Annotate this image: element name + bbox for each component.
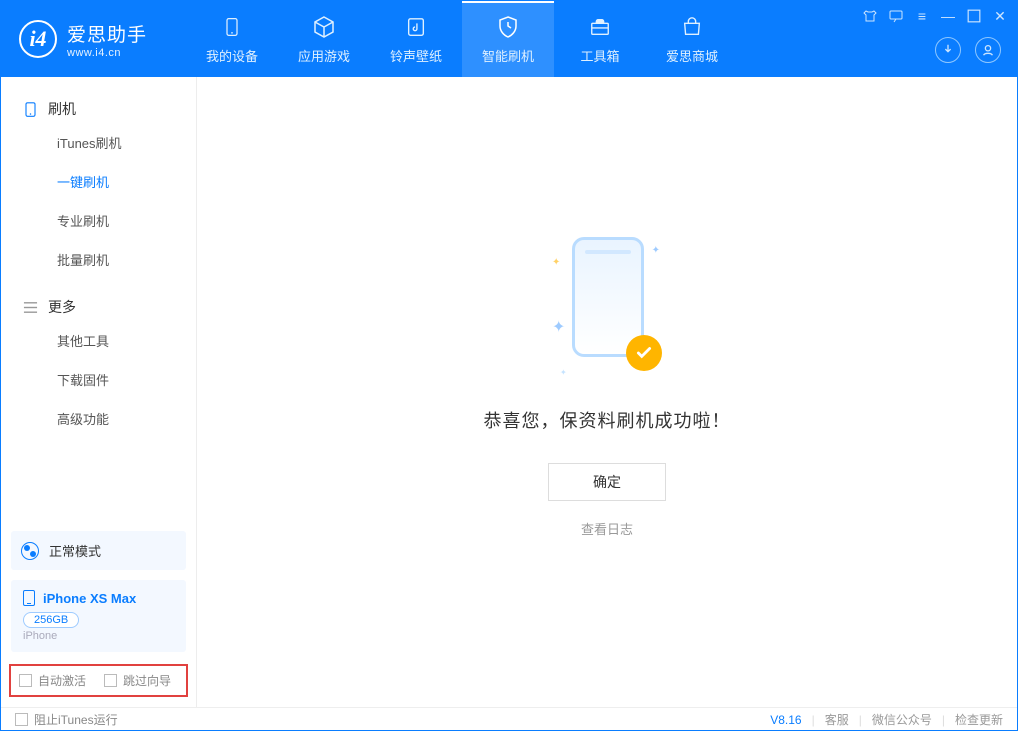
nav-tab-apps[interactable]: 应用游戏: [278, 1, 370, 77]
device-name: iPhone XS Max: [43, 591, 136, 606]
sidebar-item-itunes-flash[interactable]: iTunes刷机: [1, 123, 196, 162]
nav-tab-shop[interactable]: 爱思商城: [646, 1, 738, 77]
shirt-icon[interactable]: [863, 9, 877, 23]
shop-icon: [679, 14, 705, 40]
feedback-icon[interactable]: [889, 9, 903, 23]
nav-tab-toolbox[interactable]: 工具箱: [554, 1, 646, 77]
maximize-icon[interactable]: [967, 9, 981, 23]
app-subtitle: www.i4.cn: [67, 47, 147, 59]
checkbox-block-itunes[interactable]: 阻止iTunes运行: [15, 711, 118, 728]
sidebar: 刷机 iTunes刷机 一键刷机 专业刷机 批量刷机 更多 其他工具 下载固件 …: [1, 77, 197, 707]
menu-icon[interactable]: ≡: [915, 9, 929, 23]
phone-icon: [23, 590, 35, 606]
nav-tab-ringtone[interactable]: 铃声壁纸: [370, 1, 462, 77]
check-icon: [626, 335, 662, 371]
version-label: V8.16: [770, 713, 801, 727]
minimize-icon[interactable]: —: [941, 9, 955, 23]
user-button[interactable]: [975, 37, 1001, 63]
footer-link-wechat[interactable]: 微信公众号: [872, 711, 932, 728]
checkbox-skip-guide[interactable]: 跳过向导: [104, 672, 171, 689]
device-info-box[interactable]: iPhone XS Max 256GB iPhone: [11, 580, 186, 652]
checkbox-auto-activate[interactable]: 自动激活: [19, 672, 86, 689]
footer: 阻止iTunes运行 V8.16 | 客服 | 微信公众号 | 检查更新: [1, 707, 1017, 731]
logo-icon: i4: [19, 20, 57, 58]
sidebar-item-pro-flash[interactable]: 专业刷机: [1, 201, 196, 240]
sidebar-item-advanced[interactable]: 高级功能: [1, 399, 196, 438]
sidebar-item-other-tools[interactable]: 其他工具: [1, 321, 196, 360]
window-controls: ≡ — ✕: [863, 9, 1007, 23]
music-icon: [403, 14, 429, 40]
logo-area: i4 爱思助手 www.i4.cn: [1, 20, 186, 59]
footer-link-update[interactable]: 检查更新: [955, 711, 1003, 728]
success-message: 恭喜您，保资料刷机成功啦！: [484, 407, 731, 433]
device-type: iPhone: [23, 630, 174, 642]
nav-tab-flash[interactable]: 智能刷机: [462, 1, 554, 77]
footer-link-support[interactable]: 客服: [825, 711, 849, 728]
cube-icon: [311, 14, 337, 40]
close-icon[interactable]: ✕: [993, 9, 1007, 23]
device-icon: [219, 14, 245, 40]
download-button[interactable]: [935, 37, 961, 63]
main-content: ✦✦✦✦ 恭喜您，保资料刷机成功啦！ 确定 查看日志: [197, 77, 1017, 707]
storage-badge: 256GB: [23, 612, 79, 628]
shield-icon: [495, 14, 521, 40]
nav-tab-device[interactable]: 我的设备: [186, 1, 278, 77]
ok-button[interactable]: 确定: [548, 463, 666, 501]
success-illustration: ✦✦✦✦: [552, 237, 662, 377]
app-header: i4 爱思助手 www.i4.cn 我的设备 应用游戏 铃声壁纸 智能刷机 工具…: [1, 1, 1017, 77]
sidebar-group-flash: 刷机: [1, 91, 196, 123]
sidebar-group-more: 更多: [1, 289, 196, 321]
sidebar-item-oneclick-flash[interactable]: 一键刷机: [1, 162, 196, 201]
device-mode-box[interactable]: 正常模式: [11, 531, 186, 570]
mode-icon: [21, 542, 39, 560]
sidebar-item-download-firmware[interactable]: 下载固件: [1, 360, 196, 399]
app-title: 爱思助手: [67, 20, 147, 47]
view-log-link[interactable]: 查看日志: [581, 519, 633, 538]
nav-tabs: 我的设备 应用游戏 铃声壁纸 智能刷机 工具箱 爱思商城: [186, 1, 738, 77]
sidebar-item-batch-flash[interactable]: 批量刷机: [1, 240, 196, 279]
toolbox-icon: [587, 14, 613, 40]
activation-options: 自动激活 跳过向导: [9, 664, 188, 697]
